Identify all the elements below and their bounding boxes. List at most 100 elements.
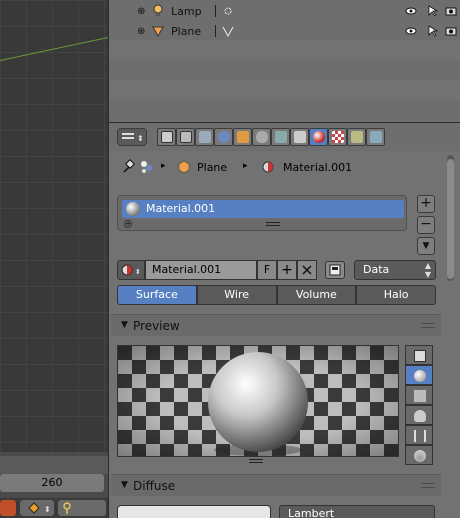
outliner: ⊕ Lamp ⊕ Plane <box>108 0 460 122</box>
texture-checker-icon <box>331 131 344 143</box>
material-slot-label[interactable]: Material.001 <box>146 202 215 215</box>
tab-surface[interactable]: Surface <box>117 285 197 305</box>
preview-monkey-button[interactable] <box>405 405 433 425</box>
material-type-tabs: Surface Wire Volume Halo <box>117 285 436 305</box>
expand-icon[interactable]: ⊕ <box>137 6 145 17</box>
tab-physics[interactable] <box>366 128 385 146</box>
browse-material-button[interactable]: ⬍ <box>117 260 145 280</box>
frame-field[interactable]: 260 <box>0 474 104 492</box>
plane-icon <box>414 350 426 362</box>
tab-render[interactable] <box>157 128 176 146</box>
tab-particles[interactable] <box>347 128 366 146</box>
slot-specials-menu[interactable]: ▼ <box>417 237 435 255</box>
panel-title: Diffuse <box>133 479 176 493</box>
visibility-eye-icon[interactable] <box>405 25 417 37</box>
hair-strands-icon <box>414 430 426 442</box>
diffuse-panel-header[interactable]: ▼ Diffuse <box>111 474 441 496</box>
tab-data[interactable] <box>290 128 309 146</box>
link-mode-icon <box>325 261 345 279</box>
preview-hair-button[interactable] <box>405 425 433 445</box>
sphere-icon <box>414 370 426 382</box>
collapse-triangle-icon: ▼ <box>121 320 128 330</box>
add-slot-button[interactable]: + <box>417 195 435 213</box>
wrench-icon <box>274 131 287 143</box>
properties-header: ⬍ <box>109 123 460 151</box>
tab-constraints[interactable] <box>252 128 271 146</box>
lamp-data-icon <box>224 7 232 15</box>
select-arrow-icon[interactable] <box>427 5 439 17</box>
timeline-strip[interactable] <box>0 456 108 474</box>
svg-text:⬍: ⬍ <box>137 134 144 143</box>
mesh-object-icon <box>152 26 164 38</box>
tab-render-layers[interactable] <box>176 128 195 146</box>
object-cube-icon <box>236 131 249 143</box>
unlink-material-button[interactable] <box>297 260 317 280</box>
particles-icon <box>350 131 363 143</box>
preview-panel-header[interactable]: ▼ Preview <box>111 314 441 336</box>
mesh-data-icon <box>293 131 306 143</box>
breadcrumb-separator: ▸ <box>243 161 248 171</box>
scrollbar-thumb[interactable] <box>447 159 454 279</box>
remove-slot-button[interactable]: − <box>417 216 435 234</box>
resize-grip[interactable] <box>249 459 263 463</box>
3d-viewport[interactable] <box>0 0 138 452</box>
tab-modifiers[interactable] <box>271 128 290 146</box>
sky-sphere-icon <box>414 450 426 462</box>
render-camera-icon[interactable] <box>445 5 457 17</box>
lamp-object-icon <box>153 4 163 16</box>
drag-handle-icon[interactable] <box>421 323 435 328</box>
drag-handle-icon[interactable] <box>421 483 435 488</box>
preview-sphere-button[interactable] <box>405 365 433 385</box>
expand-icon[interactable]: ⊕ <box>137 26 145 37</box>
preview-sphere <box>208 352 308 452</box>
keying-set-dropdown[interactable]: ⬍ <box>20 500 54 516</box>
preview-sky-button[interactable] <box>405 445 433 465</box>
tab-object[interactable] <box>233 128 252 146</box>
svg-text:⬍: ⬍ <box>44 505 51 514</box>
tab-halo[interactable]: Halo <box>356 285 436 305</box>
properties-editor: ⬍ ▸ Plane ▸ Material.001 Material.001 + … <box>108 122 460 518</box>
key-icon <box>63 502 71 514</box>
tab-texture[interactable] <box>328 128 347 146</box>
outliner-row-lamp[interactable]: ⊕ Lamp <box>109 1 460 21</box>
outliner-item-label[interactable]: Lamp <box>171 5 202 18</box>
scene-icon <box>141 161 152 173</box>
constraint-link-icon <box>255 131 268 143</box>
record-button[interactable] <box>0 500 16 516</box>
diffuse-color-swatch[interactable] <box>117 505 271 518</box>
material-slot-list[interactable]: Material.001 + <box>117 195 407 231</box>
material-name-field[interactable]: Material.001 <box>145 260 257 280</box>
object-cube-icon <box>178 160 190 174</box>
select-arrow-icon[interactable] <box>427 25 439 37</box>
mesh-data-icon <box>222 26 234 38</box>
list-item[interactable]: Material.001 <box>122 200 404 218</box>
preview-render <box>118 346 398 456</box>
fake-user-button[interactable]: F <box>257 260 277 280</box>
filter-options-icon[interactable]: + <box>124 220 132 228</box>
preview-flat-button[interactable] <box>405 345 433 365</box>
new-material-button[interactable]: + <box>277 260 297 280</box>
tab-material[interactable] <box>309 128 328 146</box>
pin-icon[interactable] <box>121 159 135 175</box>
render-camera-icon[interactable] <box>445 25 457 37</box>
diffuse-shader-dropdown[interactable]: Lambert <box>279 505 435 518</box>
material-sphere-icon <box>312 131 325 143</box>
visibility-eye-icon[interactable] <box>405 5 417 17</box>
material-sphere-icon <box>262 161 274 173</box>
tab-scene[interactable] <box>195 128 214 146</box>
tab-world[interactable] <box>214 128 233 146</box>
link-type-label: Data <box>363 263 390 276</box>
tab-wire[interactable]: Wire <box>196 285 277 305</box>
timeline-toolbar: ⬍ <box>0 498 108 518</box>
keying-set-selector[interactable] <box>58 500 106 516</box>
camera-icon <box>160 131 173 143</box>
tab-volume[interactable]: Volume <box>276 285 357 305</box>
preview-cube-button[interactable] <box>405 385 433 405</box>
breadcrumb-separator: ▸ <box>161 161 166 171</box>
outliner-item-label[interactable]: Plane <box>171 25 201 38</box>
resize-grip[interactable] <box>266 222 280 226</box>
outliner-row-plane[interactable]: ⊕ Plane <box>109 21 460 41</box>
editor-type-menu[interactable]: ⬍ <box>117 128 147 146</box>
link-type-dropdown[interactable]: Data ▲ ▼ <box>354 260 436 280</box>
updown-arrow-icon: ▲ ▼ <box>424 261 431 279</box>
